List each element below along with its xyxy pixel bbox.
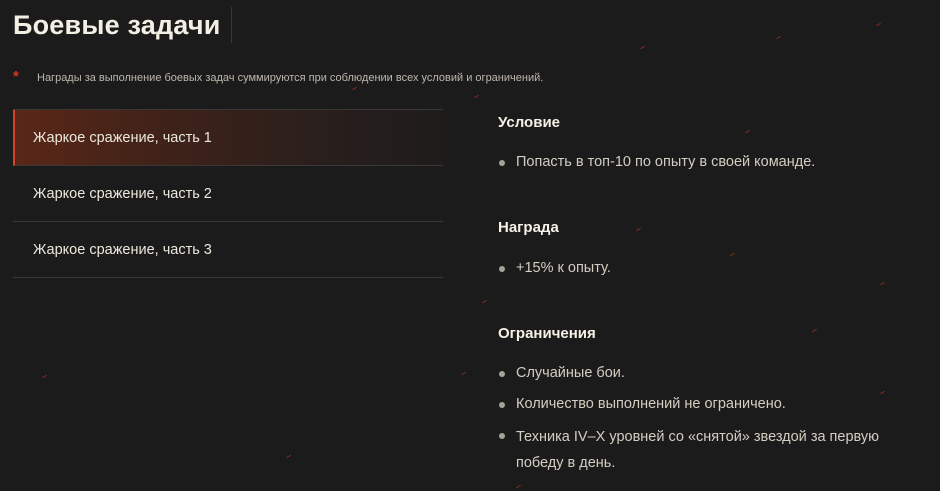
list-item: Техника IV–X уровней со «снятой» звездой… <box>498 424 928 476</box>
list-item: Количество выполнений не ограничено. <box>498 393 928 416</box>
list-item: Попасть в топ-10 по опыту в своей команд… <box>498 151 928 174</box>
limits-title: Ограничения <box>498 325 596 342</box>
limits-list: Случайные бои. Количество выполнений не … <box>498 362 928 476</box>
condition-title: Условие <box>498 114 561 131</box>
page-title: Боевые задачи <box>13 9 221 40</box>
task-list: Жаркое сражение, часть 1 Жаркое сражение… <box>13 109 443 278</box>
reward-list: +15% к опыту. <box>498 257 928 280</box>
reward-text: +15% к опыту. <box>516 260 611 276</box>
bullet-icon <box>499 371 505 377</box>
limit-text: Случайные бои. <box>516 365 625 381</box>
limit-text: Количество выполнений не ограничено. <box>516 396 786 412</box>
rewards-note: * Награды за выполнение боевых задач сум… <box>13 68 544 86</box>
reward-title: Награда <box>498 219 559 236</box>
reward-section: Награда +15% к опыту. <box>498 217 928 280</box>
task-item-part-1[interactable]: Жаркое сражение, часть 1 <box>13 110 443 166</box>
task-item-part-3[interactable]: Жаркое сражение, часть 3 <box>13 222 443 278</box>
condition-text: Попасть в топ-10 по опыту в своей команд… <box>516 154 816 170</box>
note-text: Награды за выполнение боевых задач сумми… <box>37 72 544 84</box>
page-header: Боевые задачи <box>13 6 232 44</box>
limit-text: Техника IV–X уровней со «снятой» звездой… <box>516 429 880 471</box>
bullet-icon <box>499 433 505 439</box>
condition-list: Попасть в топ-10 по опыту в своей команд… <box>498 151 928 174</box>
task-item-part-2[interactable]: Жаркое сражение, часть 2 <box>13 166 443 222</box>
list-item: Случайные бои. <box>498 362 928 385</box>
asterisk-icon: * <box>13 68 19 85</box>
bullet-icon <box>499 402 505 408</box>
bullet-icon <box>499 266 505 272</box>
title-divider <box>230 7 232 43</box>
list-item: +15% к опыту. <box>498 257 928 280</box>
condition-section: Условие Попасть в топ-10 по опыту в свое… <box>498 112 928 174</box>
bullet-icon <box>499 160 505 166</box>
limits-section: Ограничения Случайные бои. Количество вы… <box>498 323 928 476</box>
